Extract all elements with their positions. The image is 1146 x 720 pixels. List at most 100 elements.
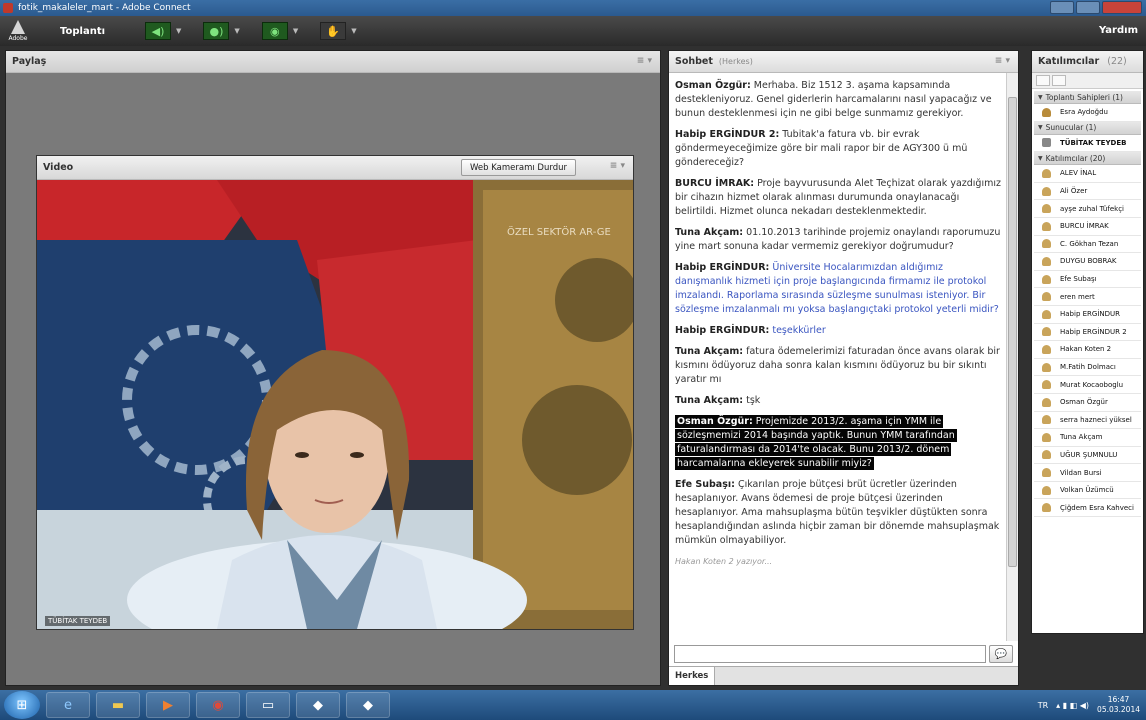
stop-camera-button[interactable]: Web Kameramı Durdur: [461, 159, 576, 176]
attendees-pod-title: Katılımcılar: [1038, 56, 1100, 67]
attendees-pod-header: Katılımcılar (22): [1032, 51, 1143, 73]
attendee-row[interactable]: Murat Kocaoboglu: [1034, 376, 1141, 394]
chevron-down-icon[interactable]: ▼: [234, 27, 239, 35]
language-indicator[interactable]: TR: [1038, 701, 1048, 710]
help-menu[interactable]: Yardım: [1099, 25, 1138, 36]
attendee-row[interactable]: Hakan Koten 2: [1034, 341, 1141, 359]
taskbar-app-7[interactable]: ◆: [346, 692, 390, 718]
attendee-row[interactable]: Osman Özgür: [1034, 394, 1141, 412]
attendee-row[interactable]: ayşe zuhal Tüfekçi: [1034, 200, 1141, 218]
attendee-row[interactable]: Vildan Bursi: [1034, 464, 1141, 482]
window-app-icon: ▭: [261, 697, 275, 713]
chat-message: Habip ERGİNDUR: teşekkürler: [675, 325, 826, 336]
send-button[interactable]: 💬: [989, 645, 1013, 663]
maximize-button[interactable]: [1076, 1, 1100, 14]
taskbar-ie[interactable]: e: [46, 692, 90, 718]
chat-pod: Sohbet (Herkes) ≡ ▾ Osman Özgür: Merhaba…: [668, 50, 1019, 686]
chat-pod-title: Sohbet: [675, 56, 713, 67]
person-icon: [1042, 239, 1051, 249]
scrollbar-thumb[interactable]: [1008, 97, 1017, 567]
clock[interactable]: 16:47 05.03.2014: [1097, 695, 1140, 715]
attendee-row[interactable]: serra hazneci yüksel: [1034, 412, 1141, 430]
person-icon: [1042, 344, 1051, 354]
tab-everyone[interactable]: Herkes: [669, 667, 716, 685]
share-pod-header: Paylaş ≡ ▾: [6, 51, 660, 73]
person-icon: [1042, 362, 1051, 372]
chevron-down-icon[interactable]: ▼: [176, 27, 181, 35]
microphone-icon: ●): [203, 22, 230, 40]
person-icon: [1042, 503, 1051, 513]
connect-menubar: Adobe Toplantı ◀) ▼ ●) ▼ ◉ ▼ ✋ ▼ Yardım: [0, 16, 1146, 46]
chat-input[interactable]: [674, 645, 986, 663]
speaker-control[interactable]: ◀) ▼: [145, 22, 181, 40]
chat-pod-header: Sohbet (Herkes) ≡ ▾: [669, 51, 1018, 73]
attendee-name: M.Fatih Dolmacı: [1060, 363, 1116, 372]
folder-icon: ▬: [111, 697, 125, 713]
attendee-row[interactable]: Volkan Üzümcü: [1034, 482, 1141, 500]
group-participants[interactable]: ▼ Katılımcılar (20): [1034, 152, 1141, 166]
close-button[interactable]: [1102, 1, 1142, 14]
attendee-name: Habip ERGİNDUR: [1060, 310, 1120, 319]
chat-message: Habip ERGİNDUR: Üniversite Hocalarımızda…: [675, 262, 999, 315]
pod-options-icon[interactable]: ≡ ▾: [610, 161, 625, 171]
window-title: fotik_makaleler_mart - Adobe Connect: [18, 3, 191, 13]
attendee-row[interactable]: BURCU İMRAK: [1034, 218, 1141, 236]
attendee-name: Çiğdem Esra Kahveci: [1060, 503, 1134, 512]
pod-options-icon[interactable]: ≡ ▾: [995, 56, 1010, 66]
group-presenters[interactable]: ▼ Sunucular (1): [1034, 121, 1141, 135]
collapse-triangle-icon: ▼: [1038, 93, 1043, 101]
person-icon: [1042, 397, 1051, 407]
taskbar-media[interactable]: ▶: [146, 692, 190, 718]
attendee-row[interactable]: Efe Subaşı: [1034, 271, 1141, 289]
list-view-icon[interactable]: [1036, 75, 1050, 86]
chat-scrollbar[interactable]: [1006, 73, 1018, 641]
webcam-control[interactable]: ◉ ▼: [261, 22, 298, 40]
taskbar-app-6[interactable]: ◆: [296, 692, 340, 718]
tray-icons[interactable]: ▴ ▮ ◧ ◀): [1056, 701, 1089, 710]
raise-hand-control[interactable]: ✋ ▼: [320, 22, 357, 40]
minimize-button[interactable]: [1050, 1, 1074, 14]
person-icon: [1042, 186, 1051, 196]
camera-label: TÜBİTAK TEYDEB: [45, 616, 111, 626]
microphone-control[interactable]: ●) ▼: [203, 22, 240, 40]
person-icon: [1042, 468, 1051, 478]
status-view-icon[interactable]: [1052, 75, 1066, 86]
adobe-connect-icon: ◆: [363, 697, 373, 713]
share-pod-title: Paylaş: [12, 56, 47, 67]
meeting-menu[interactable]: Toplantı: [60, 26, 105, 37]
person-icon: [1042, 327, 1051, 337]
attendee-name: Osman Özgür: [1060, 398, 1108, 407]
person-icon: [1042, 380, 1051, 390]
attendee-row[interactable]: TÜBİTAK TEYDEB: [1034, 135, 1141, 153]
taskbar-explorer[interactable]: ▬: [96, 692, 140, 718]
adobe-connect-icon: ◆: [313, 697, 323, 713]
chevron-down-icon[interactable]: ▼: [293, 27, 298, 35]
attendee-row[interactable]: DUYGU BOBRAK: [1034, 253, 1141, 271]
attendee-row[interactable]: ALEV İNAL: [1034, 165, 1141, 183]
attendee-name: C. Gökhan Tezan: [1060, 239, 1119, 248]
attendee-row[interactable]: Esra Aydoğdu: [1034, 104, 1141, 122]
collapse-triangle-icon: ▼: [1038, 154, 1043, 162]
chevron-down-icon[interactable]: ▼: [351, 27, 356, 35]
person-icon: [1042, 415, 1051, 425]
attendee-row[interactable]: Ali Özer: [1034, 183, 1141, 201]
group-hosts[interactable]: ▼ Toplantı Sahipleri (1): [1034, 91, 1141, 104]
start-button[interactable]: ⊞: [4, 691, 40, 719]
attendee-row[interactable]: Habip ERGİNDUR: [1034, 306, 1141, 324]
attendee-row[interactable]: C. Gökhan Tezan: [1034, 236, 1141, 254]
attendee-row[interactable]: UĞUR ŞUMNULU: [1034, 447, 1141, 465]
attendee-row[interactable]: M.Fatih Dolmacı: [1034, 359, 1141, 377]
attendee-name: ALEV İNAL: [1060, 169, 1097, 178]
chat-messages: Osman Özgür: Merhaba. Biz 1512 3. aşama …: [669, 73, 1007, 641]
clock-date: 05.03.2014: [1097, 705, 1140, 714]
taskbar-chrome[interactable]: ◉: [196, 692, 240, 718]
taskbar-app-5[interactable]: ▭: [246, 692, 290, 718]
attendee-row[interactable]: Çiğdem Esra Kahveci: [1034, 499, 1141, 518]
attendee-name: Ali Özer: [1060, 187, 1088, 196]
attendee-row[interactable]: Habip ERGİNDUR 2: [1034, 324, 1141, 342]
attendee-name: Hakan Koten 2: [1060, 345, 1112, 354]
pod-options-icon[interactable]: ≡ ▾: [637, 56, 652, 66]
attendee-row[interactable]: Tuna Akçam: [1034, 429, 1141, 447]
attendee-row[interactable]: eren mert: [1034, 288, 1141, 306]
attendee-name: Vildan Bursi: [1060, 468, 1102, 477]
